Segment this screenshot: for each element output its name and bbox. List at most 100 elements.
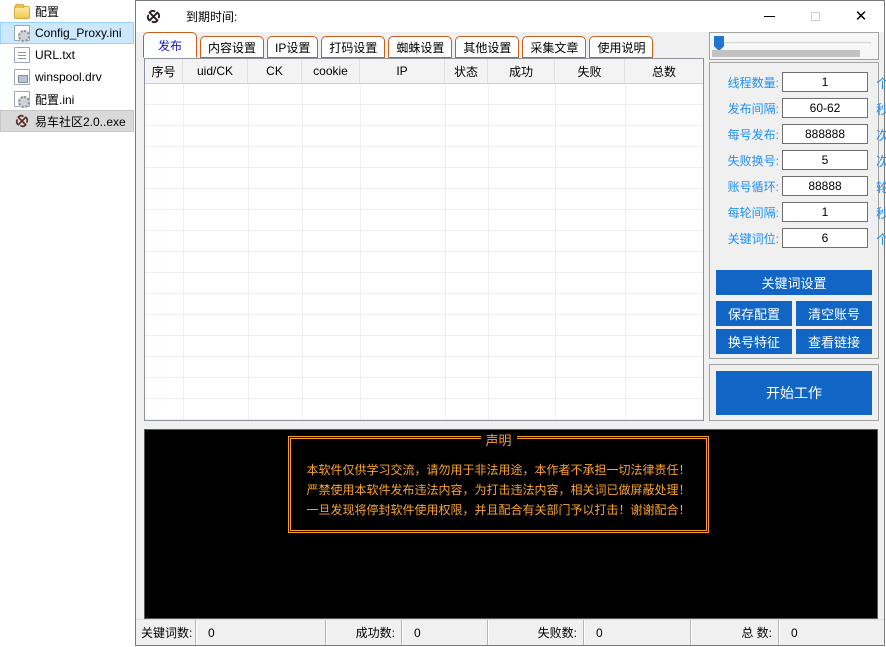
field-unit: 个	[876, 229, 886, 248]
desktop-file-list: 配置 Config_Proxy.ini URL.txt winspool.drv…	[0, 0, 134, 132]
status-success-count-label: 成功数:	[326, 620, 402, 645]
file-item-config-folder[interactable]: 配置	[0, 0, 134, 22]
table-header-row: 序号 uid/CK CK cookie IP 状态 成功 失败 总数	[145, 59, 703, 84]
file-item-config-ini[interactable]: 配置.ini	[0, 88, 134, 110]
thread-count-input[interactable]	[782, 72, 868, 92]
tab-spider-settings[interactable]: 蜘蛛设置	[388, 36, 452, 58]
file-name: 易车社区2.0..exe	[35, 113, 126, 130]
account-loop-input[interactable]	[782, 176, 868, 196]
field-label: 每号发布:	[715, 126, 779, 143]
window-controls: ✕	[746, 1, 884, 32]
field-unit: 秒	[876, 99, 886, 118]
tab-label: 蜘蛛设置	[396, 39, 444, 56]
field-unit: 秒	[876, 203, 886, 222]
tab-publish[interactable]: 发布	[143, 32, 197, 58]
tab-usage-help[interactable]: 使用说明	[589, 36, 653, 58]
manji-logo-icon	[145, 8, 162, 25]
table-body-empty[interactable]	[145, 84, 703, 420]
field-fail-switch: 失败换号: 次	[710, 147, 878, 173]
status-keyword-count-value: 0	[196, 620, 326, 645]
tab-collect-articles[interactable]: 采集文章	[522, 36, 586, 58]
minimize-button[interactable]	[746, 1, 792, 32]
slider-thumb[interactable]	[714, 36, 724, 51]
status-success-count-value: 0	[402, 620, 488, 645]
column-header[interactable]: CK	[248, 59, 302, 83]
folder-icon	[14, 6, 30, 19]
maximize-icon	[811, 12, 820, 21]
disclaimer-line: 本软件仅供学习交流，请勿用于非法用途，本作者不承担一切法律责任！	[291, 460, 706, 480]
close-icon: ✕	[855, 9, 868, 24]
file-name: URL.txt	[35, 48, 75, 62]
text-file-icon	[14, 47, 30, 63]
file-item-config-proxy-ini[interactable]: Config_Proxy.ini	[0, 22, 134, 44]
minimize-icon	[764, 16, 775, 17]
file-item-winspool-drv[interactable]: winspool.drv	[0, 66, 134, 88]
title-bar[interactable]: 到期时间: ✕	[136, 1, 884, 32]
tab-label: IP设置	[275, 39, 310, 56]
publish-interval-input[interactable]	[782, 98, 868, 118]
maximize-button[interactable]	[792, 1, 838, 32]
column-header[interactable]: 总数	[625, 59, 703, 83]
status-fail-count-value: 0	[584, 620, 691, 645]
column-header[interactable]: uid/CK	[183, 59, 248, 83]
field-unit: 次	[876, 151, 886, 170]
column-header[interactable]: IP	[360, 59, 445, 83]
column-header[interactable]: cookie	[302, 59, 360, 83]
tab-label: 采集文章	[530, 39, 578, 56]
tab-content-settings[interactable]: 内容设置	[200, 36, 264, 58]
round-interval-input[interactable]	[782, 202, 868, 222]
keyword-position-input[interactable]	[782, 228, 868, 248]
clear-accounts-button[interactable]: 清空账号	[796, 301, 872, 326]
ini-file-icon	[14, 25, 30, 41]
file-item-app-exe[interactable]: 易车社区2.0..exe	[0, 110, 134, 132]
tab-label: 使用说明	[597, 39, 645, 56]
accounts-table: 序号 uid/CK CK cookie IP 状态 成功 失败 总数	[144, 58, 704, 421]
field-unit: 次	[876, 125, 886, 144]
status-total-count-label: 总 数:	[691, 620, 779, 645]
horizontal-scrollbar[interactable]	[712, 50, 860, 57]
file-name: Config_Proxy.ini	[35, 26, 121, 40]
disclaimer-box: 声明 本软件仅供学习交流，请勿用于非法用途，本作者不承担一切法律责任！ 严禁使用…	[288, 436, 709, 533]
status-bar: 关键词数: 0 成功数: 0 失败数: 0 总 数: 0	[136, 619, 884, 645]
field-unit: 个	[876, 73, 886, 92]
start-work-button[interactable]: 开始工作	[716, 371, 872, 415]
field-publish-interval: 发布间隔: 秒	[710, 95, 878, 121]
keyword-settings-button[interactable]: 关键词设置	[716, 270, 872, 295]
field-label: 关键词位:	[715, 230, 779, 247]
column-header[interactable]: 失败	[555, 59, 625, 83]
field-posts-per-account: 每号发布: 次	[710, 121, 878, 147]
app-logo-icon	[14, 113, 30, 129]
tab-label: 其他设置	[463, 39, 511, 56]
status-total-count-value: 0	[779, 620, 884, 645]
field-label: 发布间隔:	[715, 100, 779, 117]
field-round-interval: 每轮间隔: 秒	[710, 199, 878, 225]
progress-slider-panel	[709, 32, 879, 60]
view-links-button[interactable]: 查看链接	[796, 329, 872, 354]
settings-panel: 线程数量: 个 发布间隔: 秒 每号发布: 次 失败换号: 次 账号循环: 轮 …	[709, 62, 879, 359]
column-header[interactable]: 状态	[445, 59, 488, 83]
field-label: 线程数量:	[715, 74, 779, 91]
field-keyword-position: 关键词位: 个	[710, 225, 878, 251]
app-window: 到期时间: ✕ 发布 内容设置 IP设置 打码设置 蜘蛛设置 其他设置 采集文章…	[135, 0, 885, 646]
tab-label: 打码设置	[329, 39, 377, 56]
field-thread-count: 线程数量: 个	[710, 69, 878, 95]
switch-feature-button[interactable]: 换号特征	[716, 329, 792, 354]
start-panel: 开始工作	[709, 364, 879, 421]
file-name: winspool.drv	[35, 70, 102, 84]
save-config-button[interactable]: 保存配置	[716, 301, 792, 326]
field-label: 每轮间隔:	[715, 204, 779, 221]
field-account-loop: 账号循环: 轮	[710, 173, 878, 199]
tab-ip-settings[interactable]: IP设置	[267, 36, 318, 58]
tab-other-settings[interactable]: 其他设置	[455, 36, 519, 58]
window-title: 到期时间:	[186, 8, 237, 25]
posts-per-account-input[interactable]	[782, 124, 868, 144]
tab-captcha-settings[interactable]: 打码设置	[321, 36, 385, 58]
fail-switch-input[interactable]	[782, 150, 868, 170]
tab-bar: 发布 内容设置 IP设置 打码设置 蜘蛛设置 其他设置 采集文章 使用说明	[143, 32, 653, 58]
file-item-url-txt[interactable]: URL.txt	[0, 44, 134, 66]
disclaimer-text: 本软件仅供学习交流，请勿用于非法用途，本作者不承担一切法律责任！ 严禁使用本软件…	[291, 439, 706, 520]
status-fail-count-label: 失败数:	[488, 620, 584, 645]
column-header[interactable]: 序号	[145, 59, 183, 83]
column-header[interactable]: 成功	[488, 59, 555, 83]
close-button[interactable]: ✕	[838, 1, 884, 32]
